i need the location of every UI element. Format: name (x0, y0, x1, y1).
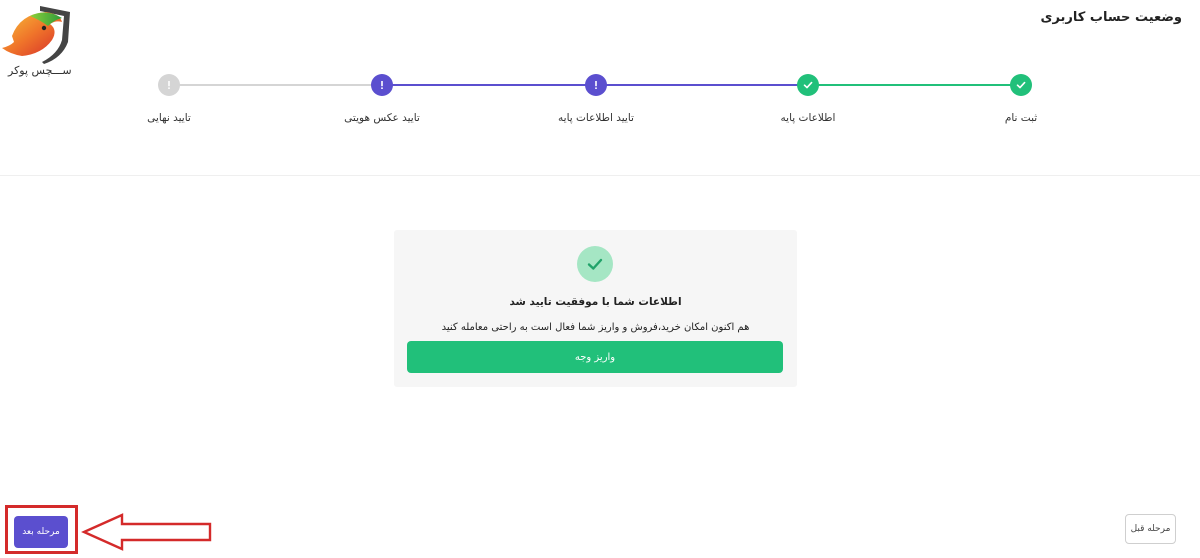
deposit-button[interactable]: واریز وجه (407, 341, 783, 373)
annotation-arrow-icon (81, 513, 212, 551)
step-completed-icon (1010, 74, 1032, 96)
page: وضعیت حساب کاربری ســـچس پوکر ثبت نام اط… (0, 0, 1200, 558)
next-step-button[interactable]: مرحله بعد (14, 516, 68, 548)
step-connector (383, 84, 600, 86)
card-description: هم اکنون امکان خرید،فروش و واریز شما فعا… (441, 322, 750, 333)
step-label-final: تایید نهایی (147, 112, 191, 124)
section-divider (0, 175, 1200, 176)
step-label-basic-info: اطلاعات پایه (780, 112, 836, 124)
page-title: وضعیت حساب کاربری (1040, 10, 1182, 25)
step-connector (811, 84, 1023, 86)
step-label-basic-verify: تایید اطلاعات پایه (558, 112, 634, 124)
previous-step-button[interactable]: مرحله قبل (1125, 514, 1176, 544)
card-title: اطلاعات شما با موفقیت تایید شد (509, 296, 682, 308)
progress-stepper: ثبت نام اطلاعات پایه تایید اطلاعات پایه … (0, 70, 1200, 140)
success-card: اطلاعات شما با موفقیت تایید شد هم اکنون … (394, 230, 797, 387)
step-completed-icon (797, 74, 819, 96)
step-label-register: ثبت نام (1004, 112, 1038, 124)
step-connector (171, 84, 383, 86)
step-connector (600, 84, 811, 86)
success-check-icon (577, 246, 613, 282)
step-pending-icon (371, 74, 393, 96)
step-pending-icon (585, 74, 607, 96)
step-inactive-icon (158, 74, 180, 96)
step-label-id-photo: تایید عکس هویتی (344, 112, 420, 124)
